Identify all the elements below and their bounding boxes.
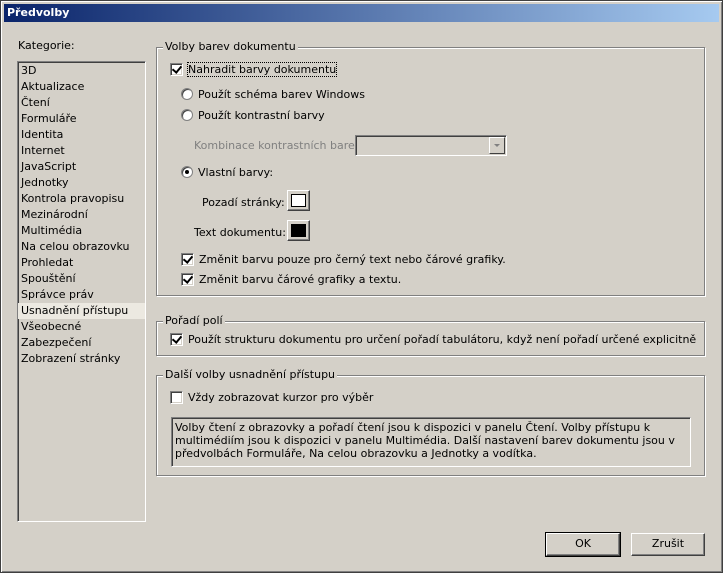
page-background-color-button[interactable] [287, 190, 310, 211]
custom-colors-label: Vlastní barvy: [198, 166, 274, 179]
checkbox-checked-icon [181, 273, 194, 286]
checkbox-checked-icon [170, 333, 183, 346]
category-item[interactable]: Mezinárodní [18, 207, 145, 223]
category-item[interactable]: Prohledat [18, 255, 145, 271]
use-high-contrast-radio[interactable]: Použít kontrastní barvy [181, 109, 325, 122]
category-item[interactable]: Usnadnění přístupu [18, 303, 145, 319]
category-item[interactable]: Čtení [18, 95, 145, 111]
document-text-color-button[interactable] [287, 220, 310, 241]
category-item[interactable]: Spouštění [18, 271, 145, 287]
use-high-contrast-label: Použít kontrastní barvy [198, 109, 325, 122]
replace-colors-checkbox[interactable]: Nahradit barvy dokumentu [170, 62, 338, 77]
category-item[interactable]: Kontrola pravopisu [18, 191, 145, 207]
use-windows-scheme-label: Použít schéma barev Windows [198, 88, 365, 101]
radio-unselected-icon [181, 109, 193, 121]
change-line-art-checkbox[interactable]: Změnit barvu čárové grafiky a textu. [181, 273, 401, 286]
checkbox-unchecked-icon [170, 391, 183, 404]
radio-unselected-icon [181, 88, 193, 100]
use-structure-label: Použít strukturu dokumentu pro určení po… [188, 333, 697, 346]
window-title: Předvolby [4, 4, 719, 22]
category-item[interactable]: Jednotky [18, 175, 145, 191]
change-line-art-label: Změnit barvu čárové grafiky a textu. [199, 273, 402, 286]
category-item[interactable]: Aktualizace [18, 79, 145, 95]
always-show-cursor-checkbox[interactable]: Vždy zobrazovat kurzor pro výběr [170, 391, 373, 404]
categories-list[interactable]: 3D Aktualizace Čtení Formuláře Identita Inter… [17, 61, 146, 522]
contrast-combo-label: Kombinace kontrastních barev: [194, 139, 365, 152]
preferences-dialog: Předvolby Kategorie: 3D Aktualizace Čtení F… [0, 0, 723, 573]
ok-button[interactable]: OK [545, 532, 621, 557]
replace-colors-label: Nahradit barvy dokumentu [186, 62, 338, 77]
page-background-label: Pozadí stránky: [202, 196, 285, 209]
categories-label: Kategorie: [18, 39, 75, 52]
accessibility-info-text: Volby čtení z obrazovky a pořadí čtení j… [171, 417, 691, 467]
doc-colors-group-title: Volby barev dokumentu [163, 40, 298, 54]
category-item[interactable]: Identita [18, 127, 145, 143]
use-structure-checkbox[interactable]: Použít strukturu dokumentu pro určení po… [170, 333, 696, 346]
document-text-label: Text dokumentu: [194, 226, 286, 239]
contrast-combo-select[interactable] [355, 135, 507, 156]
page-background-swatch [291, 194, 306, 207]
checkbox-checked-icon [181, 253, 194, 266]
category-item[interactable]: Zabezpečení [18, 335, 145, 351]
radio-selected-icon [181, 166, 193, 178]
use-windows-scheme-radio[interactable]: Použít schéma barev Windows [181, 88, 365, 101]
category-item[interactable]: JavaScript [18, 159, 145, 175]
custom-colors-radio[interactable]: Vlastní barvy: [181, 166, 273, 179]
chevron-down-icon[interactable] [489, 137, 505, 154]
tab-order-group-title: Pořadí polí [163, 314, 225, 328]
document-text-swatch [291, 224, 306, 237]
category-item[interactable]: Zobrazení stránky [18, 351, 145, 367]
category-item[interactable]: Internet [18, 143, 145, 159]
always-show-cursor-label: Vždy zobrazovat kurzor pro výběr [188, 391, 374, 404]
category-item[interactable]: Multimédia [18, 223, 145, 239]
category-item[interactable]: Na celou obrazovku [18, 239, 145, 255]
checkbox-checked-icon [170, 63, 183, 76]
category-item[interactable]: Správce práv [18, 287, 145, 303]
change-black-text-checkbox[interactable]: Změnit barvu pouze pro černý text nebo č… [181, 253, 506, 266]
category-item[interactable]: 3D [18, 63, 145, 79]
cancel-button[interactable]: Zrušit [631, 533, 705, 556]
other-options-group-title: Další volby usnadnění přístupu [163, 368, 338, 382]
category-item[interactable]: Formuláře [18, 111, 145, 127]
category-item[interactable]: Všeobecné [18, 319, 145, 335]
change-black-text-label: Změnit barvu pouze pro černý text nebo č… [199, 253, 506, 266]
